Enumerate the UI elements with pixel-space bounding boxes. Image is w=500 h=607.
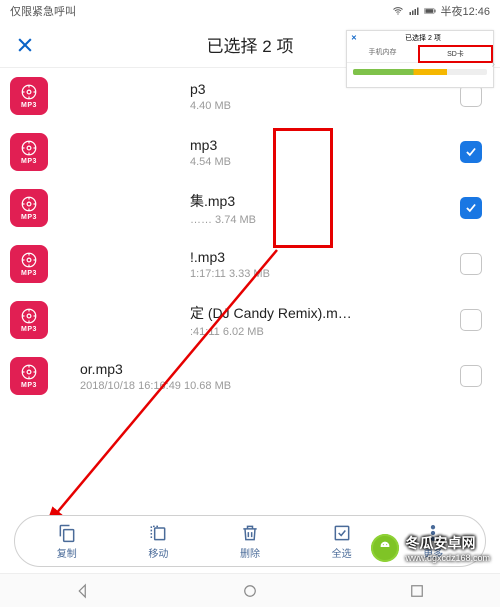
android-icon bbox=[377, 540, 393, 556]
selectall-button[interactable]: 全选 bbox=[317, 523, 367, 560]
close-button[interactable] bbox=[0, 35, 50, 55]
inset-tab-sd: SD卡 bbox=[418, 45, 493, 63]
mp3-badge: MP3 bbox=[10, 245, 48, 283]
mp3-badge-label: MP3 bbox=[21, 102, 37, 109]
music-icon bbox=[20, 251, 38, 269]
file-title: or.mp3 bbox=[80, 361, 460, 377]
mp3-badge-label: MP3 bbox=[21, 214, 37, 221]
file-title: !.mp3 bbox=[190, 249, 460, 265]
watermark: 冬瓜安卓网 www.dgxcdz168.com bbox=[371, 533, 490, 563]
copy-button[interactable]: 复制 bbox=[42, 523, 92, 560]
delete-icon bbox=[240, 523, 260, 543]
selectall-label: 全选 bbox=[332, 545, 352, 560]
statusbar: 仅限紧急呼叫 半夜12:46 bbox=[0, 0, 500, 22]
mp3-badge-label: MP3 bbox=[21, 270, 37, 277]
file-title: 集.mp3 bbox=[190, 191, 460, 211]
inset-title: 已选择 2 项 bbox=[357, 33, 489, 43]
file-subtitle: :41:11 6.02 MB bbox=[190, 326, 460, 338]
move-label: 移动 bbox=[148, 545, 168, 560]
file-title: 定 (DJ Candy Remix).m… bbox=[190, 303, 460, 323]
mp3-badge-label: MP3 bbox=[21, 326, 37, 333]
music-icon bbox=[20, 307, 38, 325]
checkbox[interactable] bbox=[460, 85, 482, 107]
watermark-url: www.dgxcdz168.com bbox=[405, 553, 490, 563]
copy-icon bbox=[57, 523, 77, 543]
file-text: !.mp3 1:17:11 3.33 MB bbox=[60, 249, 460, 280]
mp3-badge: MP3 bbox=[10, 189, 48, 227]
nav-back-icon[interactable] bbox=[74, 582, 92, 600]
checkbox[interactable] bbox=[460, 365, 482, 387]
watermark-title: 冬瓜安卓网 bbox=[405, 533, 490, 553]
watermark-badge bbox=[371, 534, 399, 562]
mp3-badge: MP3 bbox=[10, 77, 48, 115]
mp3-badge-label: MP3 bbox=[21, 158, 37, 165]
mp3-badge-label: MP3 bbox=[21, 382, 37, 389]
music-icon bbox=[20, 83, 38, 101]
file-list: MP3p34.40 MBMP3mp34.54 MBMP3集.mp3…… 3.74… bbox=[0, 68, 500, 404]
battery-icon bbox=[424, 5, 436, 17]
inset-tab-phone: 手机内存 bbox=[347, 45, 418, 63]
file-text: 集.mp3 …… 3.74 MB bbox=[60, 191, 460, 226]
music-icon bbox=[20, 363, 38, 381]
statusbar-time: 半夜12:46 bbox=[440, 3, 490, 19]
music-icon bbox=[20, 139, 38, 157]
delete-button[interactable]: 删除 bbox=[225, 523, 275, 560]
check-icon bbox=[464, 201, 478, 215]
chevron-right-icon: › bbox=[492, 59, 495, 70]
close-icon bbox=[15, 35, 35, 55]
file-subtitle: …… 3.74 MB bbox=[190, 214, 460, 226]
signal-icon bbox=[408, 5, 420, 17]
delete-label: 删除 bbox=[240, 545, 260, 560]
checkbox[interactable] bbox=[460, 141, 482, 163]
file-subtitle: 4.40 MB bbox=[190, 100, 460, 112]
checkbox[interactable] bbox=[460, 309, 482, 331]
file-row[interactable]: MP3 集.mp3 …… 3.74 MB bbox=[0, 180, 500, 236]
file-row[interactable]: MP3 mp3 4.54 MB bbox=[0, 124, 500, 180]
selectall-icon bbox=[332, 523, 352, 543]
move-icon bbox=[148, 523, 168, 543]
file-text: or.mp3 2018/10/18 16:16:49 10.68 MB bbox=[80, 361, 460, 392]
mp3-badge: MP3 bbox=[10, 133, 48, 171]
file-subtitle: 4.54 MB bbox=[190, 156, 460, 168]
file-row[interactable]: MP3 定 (DJ Candy Remix).m… :41:11 6.02 MB bbox=[0, 292, 500, 348]
inset-storage-bar bbox=[353, 69, 487, 75]
file-title: mp3 bbox=[190, 137, 460, 153]
wifi-icon bbox=[392, 5, 404, 17]
checkbox[interactable] bbox=[460, 197, 482, 219]
mp3-badge: MP3 bbox=[10, 357, 48, 395]
file-row[interactable]: MP3 !.mp3 1:17:11 3.33 MB bbox=[0, 236, 500, 292]
file-text: 定 (DJ Candy Remix).m… :41:11 6.02 MB bbox=[60, 303, 460, 338]
file-row[interactable]: MP3 or.mp3 2018/10/18 16:16:49 10.68 MB bbox=[0, 348, 500, 404]
android-navbar bbox=[0, 573, 500, 607]
mp3-badge: MP3 bbox=[10, 301, 48, 339]
checkbox[interactable] bbox=[460, 253, 482, 275]
file-subtitle: 2018/10/18 16:16:49 10.68 MB bbox=[80, 380, 460, 392]
statusbar-left-text: 仅限紧急呼叫 bbox=[10, 3, 76, 19]
inset-preview: ✕ 已选择 2 项 手机内存 SD卡 › bbox=[346, 30, 494, 88]
file-text: mp3 4.54 MB bbox=[60, 137, 460, 168]
nav-home-icon[interactable] bbox=[241, 582, 259, 600]
copy-label: 复制 bbox=[57, 545, 77, 560]
nav-recent-icon[interactable] bbox=[408, 582, 426, 600]
check-icon bbox=[464, 145, 478, 159]
music-icon bbox=[20, 195, 38, 213]
move-button[interactable]: 移动 bbox=[133, 523, 183, 560]
file-subtitle: 1:17:11 3.33 MB bbox=[190, 268, 460, 280]
